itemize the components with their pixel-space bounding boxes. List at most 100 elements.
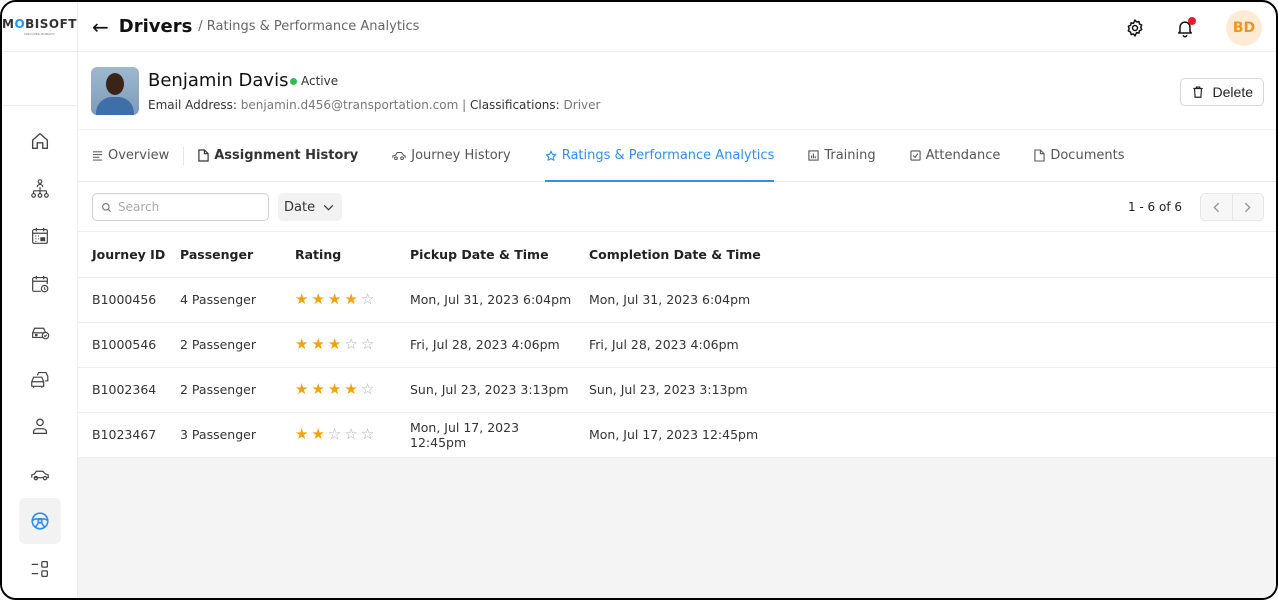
car-check-icon	[31, 327, 49, 340]
date-filter-label: Date	[284, 199, 316, 215]
org-chart-icon	[30, 178, 49, 198]
logo-text-post: BISOFT	[25, 17, 77, 31]
tab-overview[interactable]: Overview	[92, 130, 169, 182]
driver-profile: Benjamin Davis Active Email Address: ben…	[78, 52, 1276, 130]
column-header-passenger[interactable]: Passenger	[166, 233, 281, 278]
table-header-row: Journey ID Passenger Rating Pickup Date …	[78, 233, 1276, 278]
journey-id-cell: B1023467	[78, 412, 166, 458]
column-header-rating[interactable]: Rating	[281, 233, 396, 278]
filter-bar: Date 1 - 6 of 6	[78, 183, 1276, 232]
back-arrow-icon[interactable]: ←	[92, 15, 109, 39]
star-empty-icon: ☆	[360, 425, 375, 443]
star-filled-icon: ★	[295, 335, 309, 353]
star-empty-icon: ☆	[327, 425, 342, 443]
star-filled-icon: ★	[311, 335, 325, 353]
logo-text-pre: M	[2, 17, 15, 31]
tab-label: Training	[824, 148, 876, 163]
app-window: MOBISOFT DISCOVER MOBILITY ← Drivers / R…	[0, 0, 1278, 600]
rating-cell: ★ ★ ☆ ☆ ☆	[281, 412, 396, 458]
table-row[interactable]: B1000546 2 Passenger ★ ★ ★ ☆ ☆ Fri, Jul 28, 202…	[78, 322, 1276, 368]
star-icon	[545, 150, 557, 161]
status-badge: Active	[290, 74, 338, 88]
driver-info: Email Address: benjamin.d456@transportat…	[148, 98, 600, 112]
sidebar-item-vehicle-check[interactable]	[19, 308, 61, 354]
star-filled-icon: ★	[344, 290, 358, 308]
rating-cell: ★ ★ ★ ★ ☆	[281, 367, 396, 413]
sidebar-item-schedule[interactable]	[19, 213, 61, 259]
search-icon	[102, 202, 112, 212]
calendar-clock-icon	[31, 275, 48, 292]
topbar: ← Drivers / Ratings & Performance Analyt…	[78, 2, 1276, 52]
sidebar: MOBISOFT DISCOVER MOBILITY	[2, 2, 78, 598]
next-page-button[interactable]	[1231, 194, 1264, 220]
search-box	[92, 193, 269, 221]
notifications-button[interactable]	[1168, 11, 1202, 45]
ratings-table: Journey ID Passenger Rating Pickup Date …	[78, 233, 1276, 458]
classification-value: Driver	[563, 98, 601, 112]
table-row[interactable]: B1023467 3 Passenger ★ ★ ☆ ☆ ☆ Mon, Jul 17, 202…	[78, 412, 1276, 458]
pickup-cell: Mon, Jul 31, 2023 6:04pm	[396, 277, 575, 323]
column-header-journey-id[interactable]: Journey ID	[78, 233, 166, 278]
home-icon	[31, 132, 48, 150]
user-avatar[interactable]: BD	[1226, 10, 1262, 46]
star-filled-icon: ★	[311, 380, 325, 398]
tab-attendance[interactable]: Attendance	[910, 130, 1000, 182]
star-rating: ★ ★ ★ ★ ☆	[295, 382, 377, 397]
star-filled-icon: ★	[295, 425, 309, 443]
completion-cell: Mon, Jul 17, 2023 12:45pm	[575, 412, 1276, 458]
star-filled-icon: ★	[327, 335, 342, 353]
logo[interactable]: MOBISOFT DISCOVER MOBILITY	[2, 2, 77, 52]
sidebar-item-vehicles[interactable]	[19, 451, 61, 497]
sidebar-spacer	[2, 52, 77, 106]
column-header-completion[interactable]: Completion Date & Time	[575, 233, 1276, 278]
journey-id-cell: B1000456	[78, 277, 166, 323]
passenger-cell: 4 Passenger	[166, 277, 281, 323]
car-icon	[392, 151, 406, 160]
fleet-icon	[30, 371, 48, 388]
sidebar-item-home[interactable]	[19, 118, 61, 164]
sidebar-item-bookings[interactable]	[19, 261, 61, 307]
completion-cell: Sun, Jul 23, 2023 3:13pm	[575, 367, 1276, 413]
driver-photo	[91, 67, 139, 115]
star-rating: ★ ★ ☆ ☆ ☆	[295, 427, 377, 442]
date-filter-dropdown[interactable]: Date	[278, 193, 343, 221]
tab-training[interactable]: Training	[808, 130, 876, 182]
topbar-actions: BD	[1102, 10, 1262, 46]
tab-journey-history[interactable]: Journey History	[392, 130, 511, 182]
prev-page-button[interactable]	[1201, 194, 1232, 220]
table-row[interactable]: B1002364 2 Passenger ★ ★ ★ ★ ☆ Sun, Jul 23, 202…	[78, 367, 1276, 413]
tab-assignment-history[interactable]: Assignment History	[198, 130, 358, 182]
star-empty-icon: ☆	[344, 425, 358, 443]
delete-label: Delete	[1212, 84, 1253, 100]
completion-cell: Fri, Jul 28, 2023 4:06pm	[575, 322, 1276, 368]
rating-cell: ★ ★ ★ ★ ☆	[281, 277, 396, 323]
star-filled-icon: ★	[327, 290, 342, 308]
pickup-cell: Sun, Jul 23, 2023 3:13pm	[396, 367, 575, 413]
tab-label: Ratings & Performance Analytics	[561, 148, 775, 163]
sidebar-item-fleet[interactable]	[19, 356, 61, 402]
star-filled-icon: ★	[327, 380, 342, 398]
tab-label: Assignment History	[214, 148, 359, 163]
star-filled-icon: ★	[295, 380, 309, 398]
tab-ratings-performance[interactable]: Ratings & Performance Analytics	[544, 130, 775, 182]
table-row[interactable]: B1000456 4 Passenger ★ ★ ★ ★ ☆ Mon, Jul 31, 202…	[78, 277, 1276, 323]
sidebar-item-settings-list[interactable]	[19, 546, 61, 592]
gear-icon	[1127, 19, 1143, 37]
tab-documents[interactable]: Documents	[1034, 130, 1124, 182]
column-header-pickup[interactable]: Pickup Date & Time	[396, 233, 575, 278]
delete-button[interactable]: Delete	[1179, 78, 1264, 106]
journey-id-cell: B1002364	[78, 367, 166, 413]
tab-bar: Overview Assignment History Journey Hist…	[78, 130, 1276, 182]
settings-button[interactable]	[1118, 11, 1152, 45]
sidebar-item-users[interactable]	[19, 403, 61, 449]
search-input[interactable]	[118, 200, 258, 214]
lines-icon	[92, 151, 103, 161]
sidebar-item-organization[interactable]	[19, 166, 61, 212]
passenger-cell: 3 Passenger	[166, 412, 281, 458]
steering-wheel-icon	[30, 512, 49, 530]
file-icon	[198, 149, 209, 162]
pagination-info: 1 - 6 of 6	[1127, 200, 1182, 214]
sidebar-item-drivers[interactable]	[18, 498, 61, 544]
rating-cell: ★ ★ ★ ☆ ☆	[281, 322, 396, 368]
status-dot-icon	[290, 77, 297, 85]
